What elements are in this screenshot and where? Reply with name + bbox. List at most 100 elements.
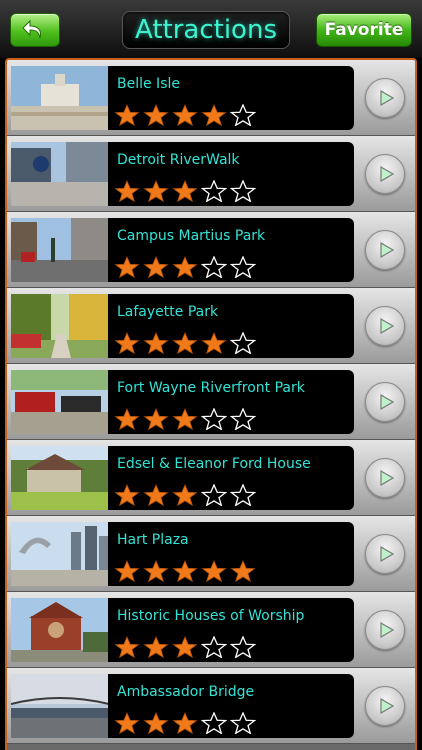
rating-stars bbox=[114, 408, 256, 430]
star-filled-icon bbox=[114, 560, 140, 582]
star-filled-icon bbox=[143, 104, 169, 126]
star-filled-icon bbox=[143, 256, 169, 278]
open-detail-button[interactable] bbox=[363, 528, 407, 580]
star-empty-icon bbox=[230, 104, 256, 126]
star-empty-icon bbox=[201, 256, 227, 278]
open-detail-button[interactable] bbox=[363, 224, 407, 276]
star-empty-icon bbox=[230, 180, 256, 202]
star-filled-icon bbox=[143, 332, 169, 354]
attraction-thumbnail bbox=[11, 294, 109, 358]
attraction-info: Ambassador Bridge bbox=[108, 674, 354, 738]
rating-stars bbox=[114, 104, 256, 126]
attraction-thumbnail bbox=[11, 66, 109, 130]
play-arrow-icon bbox=[365, 306, 405, 346]
star-filled-icon bbox=[114, 408, 140, 430]
star-filled-icon bbox=[114, 332, 140, 354]
star-empty-icon bbox=[230, 256, 256, 278]
star-filled-icon bbox=[172, 408, 198, 430]
play-arrow-icon bbox=[365, 458, 405, 498]
star-filled-icon bbox=[114, 180, 140, 202]
star-empty-icon bbox=[230, 484, 256, 506]
open-detail-button[interactable] bbox=[363, 452, 407, 504]
star-empty-icon bbox=[201, 408, 227, 430]
attraction-row[interactable]: Detroit RiverWalk bbox=[7, 136, 415, 212]
play-arrow-icon bbox=[365, 686, 405, 726]
open-detail-button[interactable] bbox=[363, 72, 407, 124]
attraction-row[interactable]: Lafayette Park bbox=[7, 288, 415, 364]
attraction-thumbnail bbox=[11, 522, 109, 586]
star-empty-icon bbox=[201, 712, 227, 734]
star-filled-icon bbox=[143, 636, 169, 658]
attraction-row[interactable]: Historic Houses of Worship bbox=[7, 592, 415, 668]
star-filled-icon bbox=[143, 180, 169, 202]
star-filled-icon bbox=[201, 560, 227, 582]
rating-stars bbox=[114, 636, 256, 658]
attraction-row[interactable]: Hart Plaza bbox=[7, 516, 415, 592]
attraction-info: Hart Plaza bbox=[108, 522, 354, 586]
rating-stars bbox=[114, 332, 256, 354]
open-detail-button[interactable] bbox=[363, 300, 407, 352]
attraction-row[interactable]: Edsel & Eleanor Ford House bbox=[7, 440, 415, 516]
star-filled-icon bbox=[230, 560, 256, 582]
star-empty-icon bbox=[201, 180, 227, 202]
star-filled-icon bbox=[143, 408, 169, 430]
star-filled-icon bbox=[172, 332, 198, 354]
star-filled-icon bbox=[114, 104, 140, 126]
attraction-thumbnail bbox=[11, 142, 109, 206]
attraction-row[interactable]: Ambassador Bridge bbox=[7, 668, 415, 744]
attraction-info: Campus Martius Park bbox=[108, 218, 354, 282]
open-detail-button[interactable] bbox=[363, 604, 407, 656]
star-empty-icon bbox=[230, 408, 256, 430]
attraction-name: Historic Houses of Worship bbox=[117, 608, 305, 624]
star-empty-icon bbox=[230, 712, 256, 734]
rating-stars bbox=[114, 484, 256, 506]
attraction-name: Campus Martius Park bbox=[117, 228, 266, 244]
attraction-row[interactable]: Campus Martius Park bbox=[7, 212, 415, 288]
attraction-row[interactable]: Fort Wayne Riverfront Park bbox=[7, 364, 415, 440]
star-filled-icon bbox=[143, 484, 169, 506]
attraction-name: Edsel & Eleanor Ford House bbox=[117, 456, 311, 472]
star-filled-icon bbox=[143, 560, 169, 582]
back-button[interactable] bbox=[10, 13, 60, 47]
star-empty-icon bbox=[201, 484, 227, 506]
attraction-thumbnail bbox=[11, 674, 109, 738]
star-filled-icon bbox=[172, 712, 198, 734]
star-filled-icon bbox=[114, 484, 140, 506]
star-filled-icon bbox=[114, 256, 140, 278]
rating-stars bbox=[114, 712, 256, 734]
star-filled-icon bbox=[172, 560, 198, 582]
play-arrow-icon bbox=[365, 230, 405, 270]
attraction-list: Belle Isle Detroit RiverWalk Campus Martiu… bbox=[5, 58, 417, 750]
top-bar: Attractions Favorite bbox=[0, 0, 422, 58]
play-arrow-icon bbox=[365, 610, 405, 650]
attraction-name: Hart Plaza bbox=[117, 532, 189, 548]
star-filled-icon bbox=[172, 636, 198, 658]
star-filled-icon bbox=[172, 180, 198, 202]
attraction-thumbnail bbox=[11, 446, 109, 510]
star-filled-icon bbox=[172, 484, 198, 506]
open-detail-button[interactable] bbox=[363, 680, 407, 732]
attraction-row[interactable]: Belle Isle bbox=[7, 60, 415, 136]
play-arrow-icon bbox=[365, 382, 405, 422]
attraction-name: Detroit RiverWalk bbox=[117, 152, 240, 168]
star-empty-icon bbox=[230, 332, 256, 354]
attraction-name: Belle Isle bbox=[117, 76, 180, 92]
star-filled-icon bbox=[114, 636, 140, 658]
star-filled-icon bbox=[172, 104, 198, 126]
star-filled-icon bbox=[201, 332, 227, 354]
attraction-name: Lafayette Park bbox=[117, 304, 219, 320]
play-arrow-icon bbox=[365, 78, 405, 118]
favorite-button[interactable]: Favorite bbox=[316, 13, 412, 47]
rating-stars bbox=[114, 560, 256, 582]
attraction-name: Ambassador Bridge bbox=[117, 684, 255, 700]
back-arrow-icon bbox=[22, 19, 41, 39]
attraction-thumbnail bbox=[11, 370, 109, 434]
star-filled-icon bbox=[201, 104, 227, 126]
open-detail-button[interactable] bbox=[363, 376, 407, 428]
attraction-info: Belle Isle bbox=[108, 66, 354, 130]
open-detail-button[interactable] bbox=[363, 148, 407, 200]
attraction-name: Fort Wayne Riverfront Park bbox=[117, 380, 305, 396]
star-empty-icon bbox=[201, 636, 227, 658]
attraction-info: Fort Wayne Riverfront Park bbox=[108, 370, 354, 434]
star-filled-icon bbox=[114, 712, 140, 734]
